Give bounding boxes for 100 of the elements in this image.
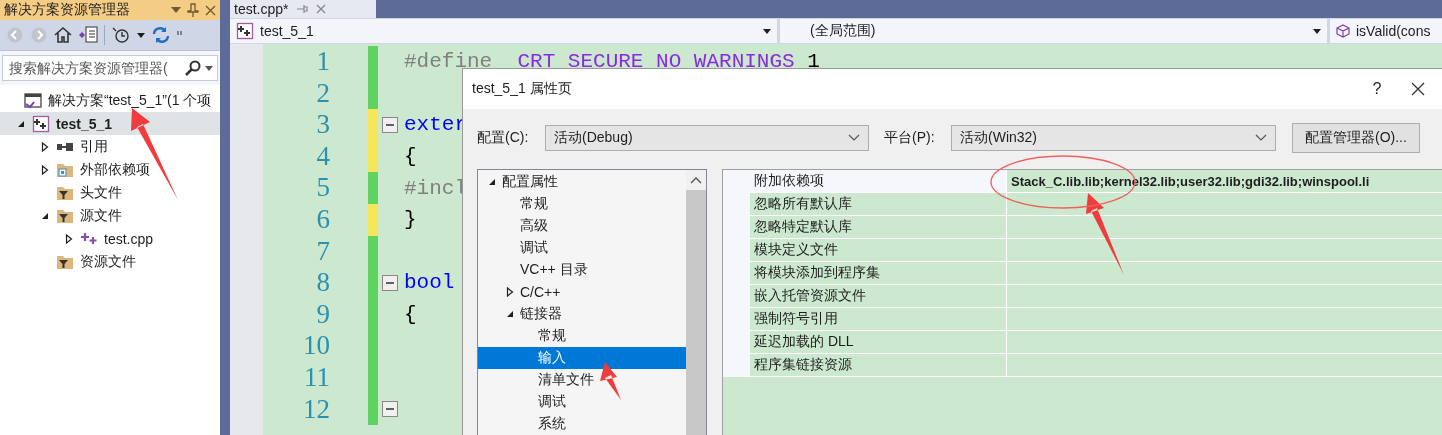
tree-item[interactable]: 输入: [478, 347, 686, 369]
row-header: [723, 354, 750, 377]
tree-item[interactable]: 常规: [478, 193, 686, 215]
line-number: 4: [315, 140, 331, 173]
collapse-icon[interactable]: [382, 274, 398, 291]
tree-item[interactable]: 链接器: [478, 303, 686, 325]
collapse-arrow-icon[interactable]: [505, 309, 515, 319]
tree-item[interactable]: 解决方案“test_5_1”(1 个项: [0, 89, 220, 112]
tree-item[interactable]: VC++ 目录: [478, 259, 686, 281]
line-number: 2: [315, 77, 331, 110]
solution-icon: [24, 91, 42, 110]
search-icon[interactable]: [185, 60, 201, 76]
tree-item[interactable]: 清单文件: [478, 369, 686, 391]
tree-item-label: 解决方案“test_5_1”(1 个项: [48, 91, 212, 110]
code-line: {: [404, 303, 417, 327]
property-value[interactable]: Stack_C.lib.lib;kernel32.lib;user32.lib;gdi32.lib;winspool.li: [1006, 170, 1442, 193]
line-number: 6: [315, 203, 331, 236]
caret-icon: [763, 28, 771, 34]
dropdown-icon[interactable]: [171, 7, 181, 13]
property-name[interactable]: 程序集链接资源: [750, 354, 1006, 377]
dropdown-field[interactable]: 活动(Win32): [951, 125, 1276, 151]
navigation-dropdown[interactable]: (全局范围): [780, 19, 1327, 43]
refresh-icon[interactable]: [151, 26, 171, 44]
tree-item[interactable]: C/C++: [478, 281, 686, 303]
tree-item[interactable]: 配置属性: [478, 171, 686, 193]
tree-item[interactable]: 头文件: [0, 181, 220, 204]
close-icon[interactable]: [1411, 82, 1425, 96]
search-field[interactable]: 搜索解决方案资源管理器(: [2, 55, 218, 81]
code-line: exter: [404, 113, 467, 137]
expand-arrow-icon[interactable]: [40, 141, 50, 152]
dialog-title: test_5_1 属性页: [472, 80, 573, 98]
property-name[interactable]: 忽略所有默认库: [750, 193, 1006, 216]
code-line: bool: [404, 271, 455, 295]
configuration-manager-button[interactable]: 配置管理器(O)...: [1292, 123, 1420, 153]
field-label: 平台(P):: [884, 129, 936, 147]
tree-item-label: test.cpp: [104, 230, 154, 247]
line-number: 7: [315, 235, 331, 268]
property-name[interactable]: 延迟加载的 DLL: [750, 331, 1006, 354]
annotation-arrow: [600, 362, 621, 400]
caret-icon: [1313, 28, 1321, 34]
line-number: 3: [315, 109, 331, 141]
sync-view-icon[interactable]: [78, 26, 98, 44]
line-number: 9: [315, 298, 331, 331]
code-line: }: [404, 208, 417, 232]
help-button[interactable]: ?: [1360, 80, 1394, 98]
tree-item[interactable]: 常规: [478, 325, 686, 347]
tree-item[interactable]: test_5_1: [0, 112, 220, 135]
dropdown-field[interactable]: 活动(Debug): [545, 125, 869, 151]
tree-item[interactable]: 调试: [478, 391, 686, 413]
tree-item-label: 源文件: [80, 206, 122, 225]
tree-item-label: 外部依赖项: [80, 160, 150, 179]
tree-item-label: 头文件: [80, 183, 122, 202]
expand-arrow-icon[interactable]: [40, 164, 50, 175]
history-icon[interactable]: [111, 26, 131, 44]
line-number: 11: [303, 361, 331, 394]
pin-icon[interactable]: [187, 3, 199, 17]
line-number: 1: [315, 46, 331, 78]
home-icon[interactable]: [54, 26, 72, 44]
tree-item-label: 引用: [80, 137, 108, 156]
tree-item-label: 资源文件: [80, 252, 136, 271]
property-name[interactable]: 模块定义文件: [750, 239, 1006, 262]
tree-item[interactable]: test.cpp: [0, 227, 220, 250]
navigation-dropdown[interactable]: test_5_1: [230, 19, 777, 43]
code-line: #define CRT SECURE NO WARNINGS 1: [404, 50, 820, 74]
line-number: 12: [302, 393, 331, 426]
tree-item[interactable]: 调试: [478, 237, 686, 259]
expand-arrow-icon[interactable]: [505, 287, 515, 297]
chevron-down-icon: [1255, 134, 1267, 142]
expand-arrow-icon[interactable]: [64, 233, 74, 244]
tree-item[interactable]: 高级: [478, 215, 686, 237]
tree-item-label: test_5_1: [56, 115, 113, 132]
code-line: {: [404, 145, 417, 169]
tree-item[interactable]: 资源文件: [0, 250, 220, 273]
property-name[interactable]: 强制符号引用: [750, 308, 1006, 331]
collapse-arrow-icon[interactable]: [487, 177, 497, 187]
property-name[interactable]: 将模块添加到程序集: [750, 262, 1006, 285]
code-line: #incl: [404, 176, 467, 200]
scrollbar[interactable]: [686, 170, 706, 435]
tree-item[interactable]: 外部依赖项: [0, 158, 220, 181]
line-number: 10: [302, 330, 331, 362]
caret-icon[interactable]: [205, 65, 213, 71]
tree-item[interactable]: 源文件: [0, 204, 220, 227]
caret-icon: [137, 32, 145, 38]
line-number: 8: [315, 267, 331, 299]
tree-item[interactable]: 系统: [478, 413, 686, 435]
chevron-up-icon[interactable]: [690, 176, 702, 184]
collapse-icon[interactable]: [382, 401, 398, 418]
chevron-down-icon: [848, 134, 860, 142]
navigation-dropdown[interactable]: isValid(cons: [1330, 19, 1442, 43]
property-name[interactable]: 忽略特定默认库: [750, 216, 1006, 239]
property-name[interactable]: 嵌入托管资源文件: [750, 285, 1006, 308]
field-label: 配置(C):: [477, 129, 530, 147]
collapse-icon[interactable]: [382, 117, 398, 133]
project-icon: [32, 114, 50, 133]
property-name[interactable]: 附加依赖项: [750, 170, 1006, 193]
method-icon: [1336, 24, 1350, 38]
panel-title: 解决方案资源管理器: [4, 1, 131, 19]
tree-item[interactable]: 引用: [0, 135, 220, 158]
project-icon: [236, 22, 254, 40]
line-number: 5: [315, 172, 331, 204]
